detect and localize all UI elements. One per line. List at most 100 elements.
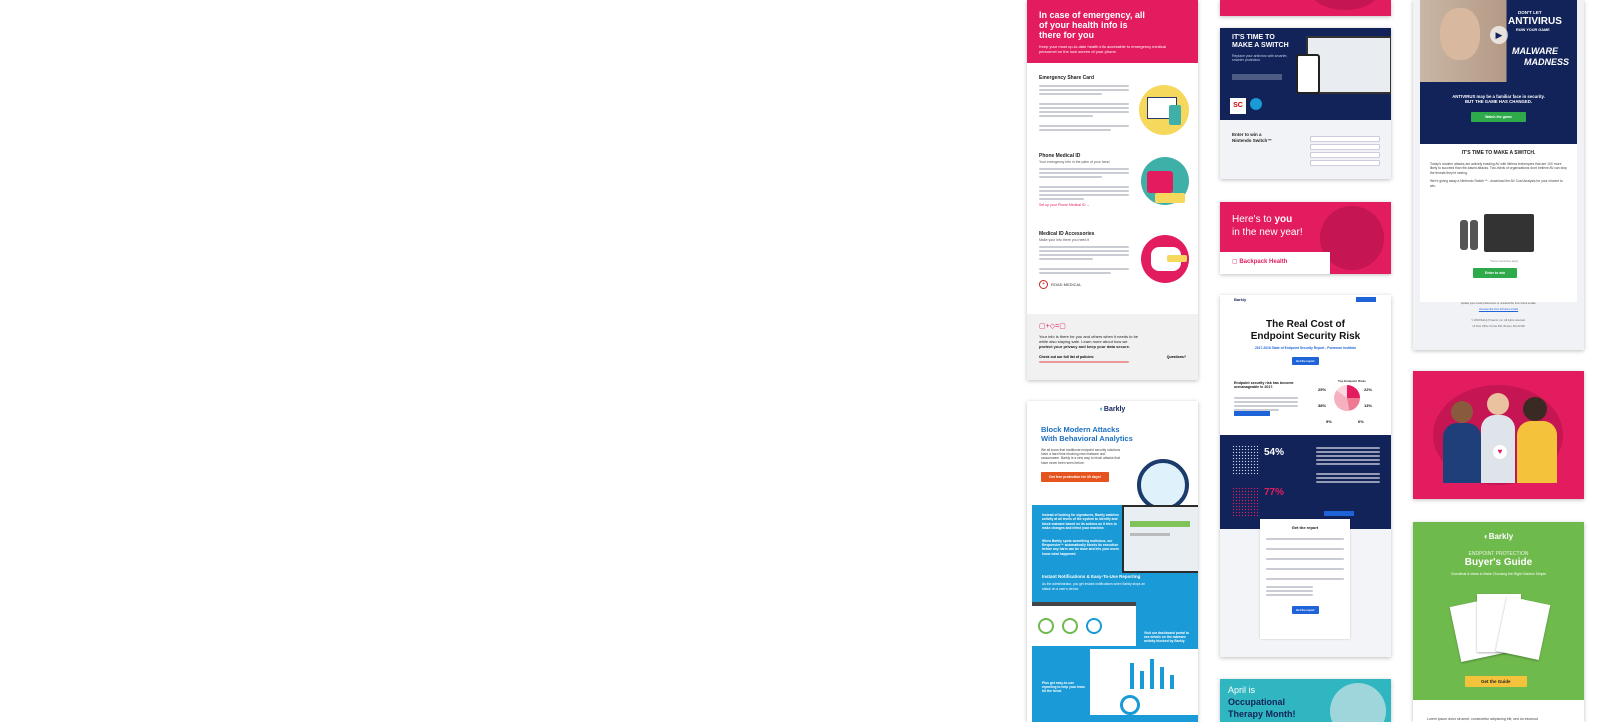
- buyers-guide-thumbnail[interactable]: ◐Barkly ENDPOINT PROTECTION Buyer's Guid…: [1413, 522, 1584, 722]
- person-middle: [1487, 393, 1509, 415]
- claim-2: BUT THE GAME HAS CHANGED.: [1464, 99, 1533, 104]
- get-guide-button[interactable]: Get the Guide: [1465, 676, 1527, 687]
- text-line: [1039, 186, 1129, 188]
- partner-name: ROAD MEDICAL: [1051, 282, 1082, 287]
- switch-form[interactable]: [1310, 134, 1380, 168]
- stat-1: 25%: [1318, 387, 1327, 392]
- real-cost-thumbnail[interactable]: Barkly The Real Cost of Endpoint Securit…: [1220, 295, 1391, 657]
- behavioral-analytics-thumbnail[interactable]: ◐Barkly Block Modern Attacks With Behavi…: [1027, 401, 1198, 722]
- switch-headline-2: MAKE A SWITCH: [1232, 42, 1289, 49]
- form-title: Get the report: [1291, 525, 1319, 530]
- text-line: [1039, 89, 1129, 91]
- ot-month-thumbnail[interactable]: April is Occupational Therapy Month!: [1220, 679, 1391, 722]
- reports-screenshot: [1090, 649, 1198, 715]
- person-left: [1451, 401, 1473, 423]
- text-line: [1039, 85, 1129, 87]
- emergency-hero-sub: Keep your most up-to-date health info ac…: [1039, 44, 1166, 54]
- realcost-body-title: Endpoint security risk has become unmana…: [1234, 381, 1294, 389]
- get-report-button[interactable]: Get the report: [1292, 357, 1319, 365]
- infographic-button[interactable]: [1324, 511, 1354, 516]
- footer-unsubscribe[interactable]: Unsubscribe from all future emails: [1420, 308, 1577, 311]
- buyers-logo: ◐Barkly: [1483, 532, 1514, 541]
- big-stat-1: 54%: [1264, 447, 1285, 458]
- emergency-hero-title: In case of emergency, all of your health…: [1039, 10, 1145, 40]
- footer-questions: Questions?: [1166, 355, 1186, 359]
- antivirus-body-1: Today's modern attacks are actively evad…: [1430, 162, 1567, 175]
- text-line: [1039, 115, 1093, 117]
- switch-sub: Replace your antivirus with smarter, sma…: [1232, 54, 1288, 62]
- new-year-line-2: in the new year!: [1232, 227, 1303, 238]
- realcost-form[interactable]: Get the report Get the report: [1260, 519, 1350, 639]
- antivirus-email-thumbnail[interactable]: ▶ DON'T LET ANTIVIRUS RUIN YOUR GAME MAL…: [1413, 0, 1584, 350]
- shield-icon: ◇: [1049, 323, 1056, 330]
- behavioral-blue-section: Instead of looking for signatures, Barkl…: [1032, 505, 1198, 722]
- realcost-subtitle: 2017-2018 State of Endpoint Security Rep…: [1254, 346, 1357, 350]
- text-line: [1039, 103, 1129, 105]
- text-line: [1039, 190, 1129, 192]
- caregivers-illustration-thumbnail[interactable]: ♥: [1413, 371, 1584, 499]
- stat-3: 38%: [1318, 403, 1327, 408]
- switch-enter-2: Nintendo Switch™: [1232, 138, 1272, 143]
- text-line: [1039, 176, 1102, 178]
- text-line: [1039, 272, 1111, 274]
- ruin-game: RUIN YOUR GAME: [1516, 28, 1550, 32]
- stat-2: 22%: [1364, 387, 1373, 392]
- footer-line-3: protect your privacy and keep your data …: [1039, 344, 1131, 349]
- backpack-icon: ▢: [1232, 259, 1238, 265]
- sc-badge: SC: [1230, 98, 1246, 114]
- person-right: [1523, 397, 1547, 421]
- guide-pages-illustration: [1449, 592, 1551, 664]
- buyers-lorem: Lorem ipsum dolor sit amet, consectetur …: [1413, 700, 1584, 722]
- form-submit-button[interactable]: Get the report: [1292, 606, 1319, 614]
- big-stat-2: 77%: [1264, 487, 1285, 498]
- nintendo-switch-image: [1460, 214, 1536, 254]
- free-protection-button[interactable]: Get free protection for 30 days!: [1041, 471, 1109, 482]
- antivirus-body-2: We're giving away a Nintendo Switch™ - d…: [1430, 179, 1563, 188]
- barkly-logo: ◐Barkly: [1099, 406, 1126, 413]
- behavioral-p2: When Barkly spots something malicious, o…: [1042, 538, 1119, 556]
- pink-banner-thumbnail[interactable]: [1220, 0, 1391, 16]
- footer-prefs[interactable]: Update your email preferences or unsubsc…: [1420, 302, 1577, 305]
- switch-headline-1: IT'S TIME TO: [1232, 34, 1275, 41]
- stat-6: 6%: [1358, 419, 1364, 424]
- presenter-face: [1440, 8, 1480, 60]
- watch-game-button[interactable]: Watch the game: [1471, 112, 1526, 122]
- buyers-sub: Checklists & Ideas to Make Choosing the …: [1450, 572, 1547, 576]
- text-line: [1039, 172, 1129, 174]
- make-a-switch-thumbnail[interactable]: IT'S TIME TO MAKE A SWITCH Replace your …: [1220, 28, 1391, 179]
- backpack-logo: ▢ Backpack Health: [1220, 252, 1330, 274]
- malware-1: MALWARE: [1512, 46, 1558, 56]
- text-line: [1039, 268, 1129, 270]
- antivirus-hero: ▶ DON'T LET ANTIVIRUS RUIN YOUR GAME MAL…: [1420, 0, 1577, 82]
- footer-address: 10 Post Office Sq Ste 300, Boston, MA 02…: [1472, 325, 1525, 328]
- section-title: Emergency Share Card: [1039, 75, 1095, 81]
- realcost-nav-button[interactable]: [1356, 297, 1376, 302]
- text-line: [1039, 125, 1129, 127]
- cross-icon: +: [1039, 280, 1048, 289]
- footer-icons: ▢+◇=▢: [1039, 323, 1066, 330]
- switch-enter-1: Enter to win a: [1232, 132, 1262, 137]
- person-right-body: [1517, 421, 1557, 483]
- text-line: [1039, 111, 1129, 113]
- person-left-body: [1443, 423, 1481, 483]
- enter-to-win-button[interactable]: Enter to win: [1473, 268, 1518, 278]
- behavioral-p1: Instead of looking for signatures, Barkl…: [1042, 513, 1119, 531]
- new-year-thumbnail[interactable]: Here's to you in the new year! ▢ Backpac…: [1220, 202, 1391, 274]
- register-button[interactable]: [1234, 411, 1270, 416]
- text-line: [1039, 194, 1129, 196]
- play-icon[interactable]: ▶: [1490, 26, 1508, 44]
- behavioral-section2-title: Instant Notifications & Easy-To-Use Repo…: [1042, 574, 1141, 580]
- text-line: [1039, 246, 1129, 248]
- ot-line-2: Occupational: [1228, 697, 1286, 707]
- realcost-header: Barkly The Real Cost of Endpoint Securit…: [1220, 295, 1391, 435]
- lock-check-icon: ▢: [1059, 323, 1066, 330]
- realcost-title-2: Endpoint Security Risk: [1250, 331, 1361, 342]
- emergency-section: Phone Medical ID Your emergency info in …: [1039, 153, 1189, 231]
- emergency-email-thumbnail[interactable]: In case of emergency, all of your health…: [1027, 0, 1198, 380]
- antivirus-footer: Update your email preferences or unsubsc…: [1420, 302, 1577, 328]
- policy-links[interactable]: [1039, 361, 1129, 363]
- text-line: [1039, 107, 1129, 109]
- new-year-line-1: Here's to you: [1232, 214, 1293, 225]
- magnifier-illustration: [1137, 459, 1189, 511]
- emergency-body: Emergency Share Card Phone Medical ID Yo…: [1027, 63, 1198, 303]
